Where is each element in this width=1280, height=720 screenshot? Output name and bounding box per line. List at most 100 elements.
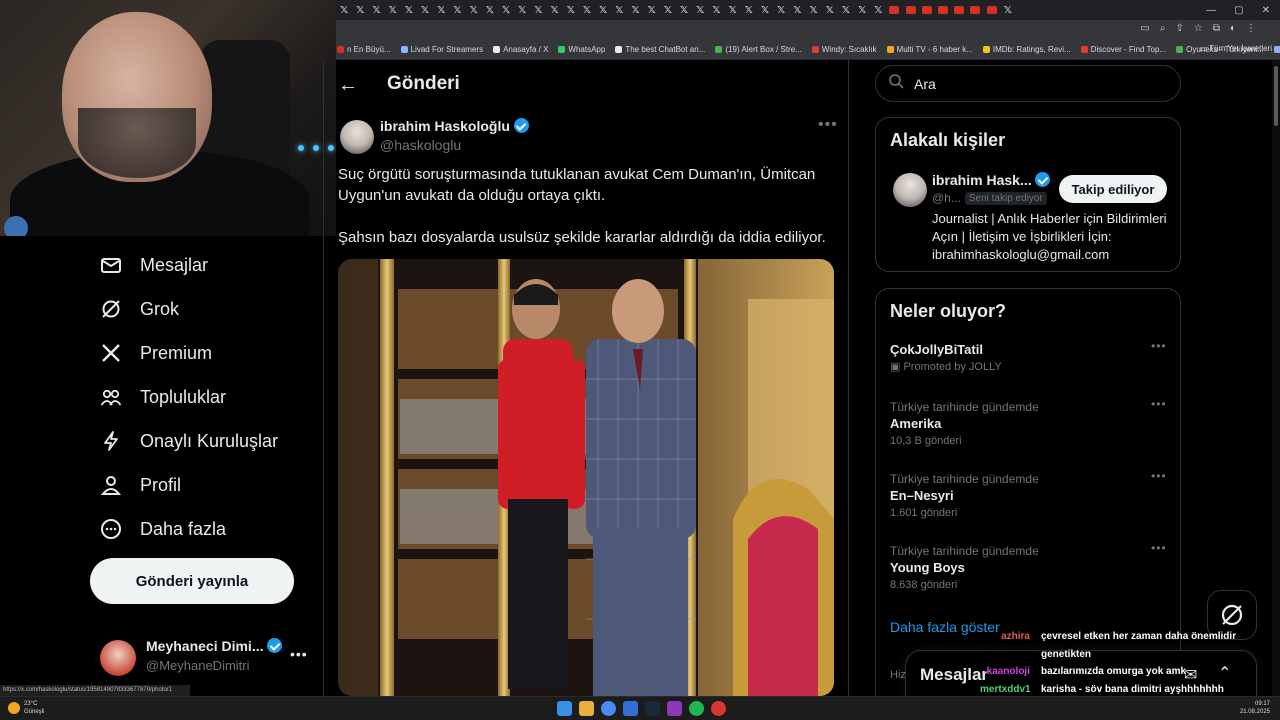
more-options-icon[interactable]: ••• [1151, 397, 1167, 411]
more-options-icon[interactable]: ••• [1151, 339, 1167, 353]
browser-tab[interactable] [967, 0, 983, 20]
browser-tab[interactable]: 𝕏 [433, 0, 449, 20]
browser-tab[interactable]: 𝕏 [546, 0, 562, 20]
browser-tab[interactable]: 𝕏 [563, 0, 579, 20]
browser-tab[interactable]: 𝕏 [660, 0, 676, 20]
tweet-photo[interactable] [338, 259, 834, 696]
browser-tab[interactable]: 𝕏 [725, 0, 741, 20]
browser-tab[interactable]: 𝕏 [385, 0, 401, 20]
search-box[interactable] [875, 65, 1181, 102]
nav-item-daha-fazla[interactable]: Daha fazla [100, 516, 226, 542]
browser-tab[interactable]: 𝕏 [595, 0, 611, 20]
browser-tab[interactable]: 𝕏 [368, 0, 384, 20]
browser-tab[interactable]: 𝕏 [627, 0, 643, 20]
nav-item-topluluklar[interactable]: Topluluklar [100, 384, 226, 410]
back-arrow-icon[interactable]: ← [338, 74, 358, 97]
clock[interactable]: 09:17 21.08.2025 [1240, 700, 1270, 716]
bookmark-item[interactable]: n En Büyü... [337, 45, 391, 54]
trend-item[interactable]: Türkiye tarihinde gündemde En–Nesyri 1.601… [890, 469, 1180, 521]
trend-item[interactable]: Türkiye tarihinde gündemde Young Boys 8.63… [890, 541, 1180, 593]
browser-tab[interactable]: 𝕏 [611, 0, 627, 20]
bookmark-item[interactable]: WhatsApp [558, 45, 605, 54]
search-input[interactable] [914, 75, 1154, 92]
related-avatar[interactable] [893, 173, 927, 207]
bookmark-item[interactable]: Discover - Find Top... [1080, 45, 1166, 54]
browser-tab[interactable]: 𝕏 [838, 0, 854, 20]
browser-tab[interactable]: 𝕏 [854, 0, 870, 20]
following-button[interactable]: Takip ediliyor [1059, 175, 1167, 203]
nav-item-grok[interactable]: Grok [100, 296, 179, 322]
browser-tab[interactable]: 𝕏 [676, 0, 692, 20]
browser-tab[interactable]: 𝕏 [805, 0, 821, 20]
browser-tab[interactable] [886, 0, 902, 20]
close-icon[interactable]: ✕ [1262, 5, 1270, 16]
browser-tab[interactable]: 𝕏 [822, 0, 838, 20]
steam-icon[interactable] [645, 701, 660, 716]
browser-tab[interactable]: 𝕏 [401, 0, 417, 20]
profile-icon[interactable]: ◐ [1230, 23, 1236, 34]
browser-tab[interactable]: 𝕏 [579, 0, 595, 20]
account-switcher[interactable]: Meyhaneci Dimi... @MeyhaneDimitri ••• [100, 636, 320, 680]
bookmark-item[interactable]: The best ChatBot an... [615, 45, 705, 54]
nav-item-onaylı-kuruluşlar[interactable]: Onaylı Kuruluşlar [100, 428, 278, 454]
bookmark-item[interactable]: IMDb: Ratings, Revi... [982, 45, 1071, 54]
nav-item-mesajlar[interactable]: Mesajlar [100, 252, 208, 278]
browser-tab[interactable]: 𝕏 [530, 0, 546, 20]
trend-item[interactable]: ÇokJollyBiTatil ▣ Promoted by JOLLY ••• [890, 339, 1180, 375]
browser-tab[interactable]: 𝕏 [757, 0, 773, 20]
browser-tab[interactable]: 𝕏 [692, 0, 708, 20]
zoom-icon[interactable]: ⌕ [1160, 23, 1166, 34]
more-options-icon[interactable]: ••• [290, 646, 308, 662]
page-scrollbar[interactable] [1272, 60, 1280, 696]
bookmark-item[interactable]: SEÇİM SONUÇLARI... [1273, 45, 1280, 54]
menu-icon[interactable]: ⋮ [1246, 23, 1256, 34]
browser-tab[interactable] [935, 0, 951, 20]
browser-tab[interactable]: 𝕏 [773, 0, 789, 20]
file-explorer-icon[interactable] [579, 701, 594, 716]
browser-tab[interactable]: 𝕏 [1000, 0, 1016, 20]
app-icon[interactable] [711, 701, 726, 716]
bookmark-item[interactable]: Windy: Sıcaklık [811, 45, 877, 54]
maximize-icon[interactable]: ▢ [1234, 5, 1243, 16]
more-options-icon[interactable]: ••• [1151, 541, 1167, 555]
author-avatar[interactable] [340, 120, 374, 154]
browser-tab[interactable]: 𝕏 [741, 0, 757, 20]
browser-tab[interactable]: 𝕏 [449, 0, 465, 20]
app-icon[interactable] [623, 701, 638, 716]
author-handle[interactable]: @haskologlu [380, 137, 461, 153]
bookmark-item[interactable]: Multi TV - 6 haber k... [886, 45, 973, 54]
browser-tab[interactable]: 𝕏 [708, 0, 724, 20]
cast-icon[interactable]: ▭ [1140, 23, 1149, 34]
browser-tab[interactable] [984, 0, 1000, 20]
post-button[interactable]: Gönderi yayınla [90, 558, 294, 604]
more-options-icon[interactable]: ••• [1151, 469, 1167, 483]
browser-tab[interactable] [903, 0, 919, 20]
author-name[interactable]: ibrahim Haskoloğlu [380, 118, 529, 134]
browser-tab[interactable]: 𝕏 [870, 0, 886, 20]
browser-tab[interactable]: 𝕏 [514, 0, 530, 20]
bookmark-item[interactable]: (19) Alert Box / Stre... [715, 45, 802, 54]
browser-tab[interactable]: 𝕏 [644, 0, 660, 20]
all-bookmarks[interactable]: ▭ Tüm Yer İşaretleri [1200, 44, 1272, 53]
browser-tab[interactable]: 𝕏 [352, 0, 368, 20]
browser-tab[interactable]: 𝕏 [789, 0, 805, 20]
bookmark-item[interactable]: Livad For Streamers [400, 45, 483, 54]
nav-item-profil[interactable]: Profil [100, 472, 181, 498]
share-icon[interactable]: ⇪ [1175, 23, 1183, 34]
windows-start-icon[interactable] [557, 701, 572, 716]
browser-tab[interactable] [919, 0, 935, 20]
bookmark-item[interactable]: Anasayfa / X [493, 45, 548, 54]
chrome-icon[interactable] [601, 701, 616, 716]
weather-widget[interactable]: 23°C Güneşli [8, 700, 44, 716]
more-options-icon[interactable]: ••• [818, 116, 838, 134]
browser-tab[interactable] [951, 0, 967, 20]
spotify-icon[interactable] [689, 701, 704, 716]
browser-tab[interactable]: 𝕏 [498, 0, 514, 20]
browser-tab[interactable]: 𝕏 [336, 0, 352, 20]
related-name[interactable]: ibrahim Hask... [932, 172, 1051, 188]
extensions-icon[interactable]: ⧉ [1213, 23, 1220, 34]
star-icon[interactable]: ☆ [1194, 23, 1203, 34]
browser-tab[interactable]: 𝕏 [466, 0, 482, 20]
nav-item-premium[interactable]: Premium [100, 340, 212, 366]
browser-tab[interactable]: 𝕏 [482, 0, 498, 20]
